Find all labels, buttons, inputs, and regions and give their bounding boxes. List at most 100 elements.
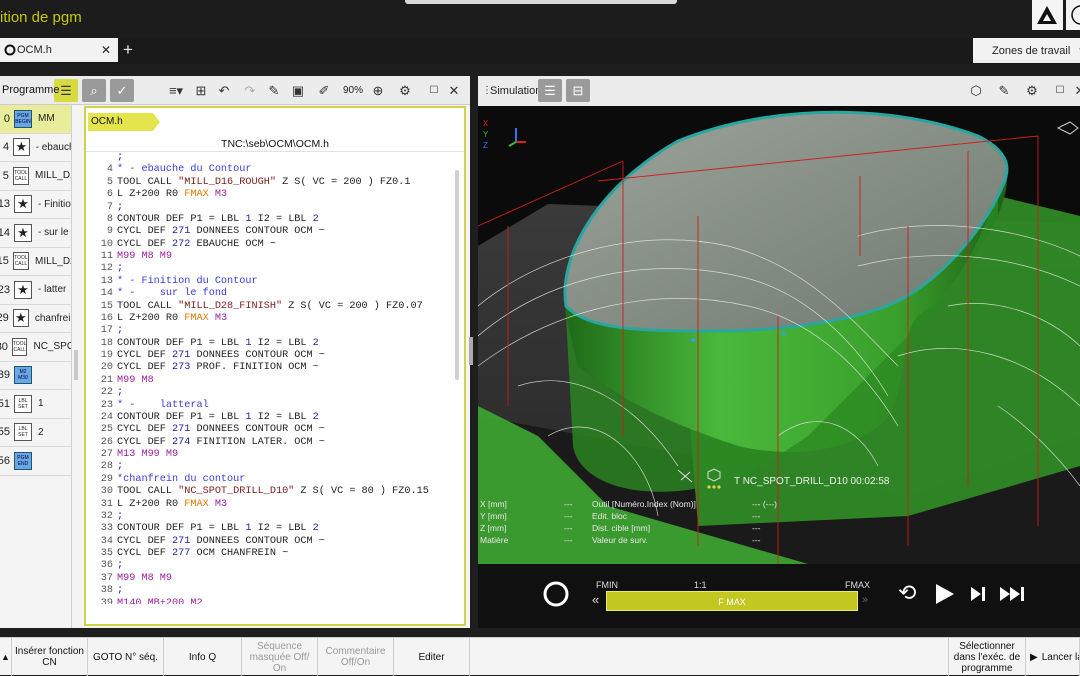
code-line[interactable]: 35 CYCL DEF 277 OCM CHANFREIN ~ bbox=[86, 548, 454, 560]
sim-settings-button[interactable]: ⚙ bbox=[1020, 79, 1044, 102]
code-line[interactable]: 36; bbox=[86, 560, 454, 572]
account-button[interactable] bbox=[1066, 0, 1080, 30]
undo-button[interactable]: ↶ bbox=[212, 79, 236, 102]
top-handle[interactable] bbox=[405, 0, 677, 4]
code-line[interactable]: 25 CYCL DEF 271 DONNEES CONTOUR OCM ~ bbox=[86, 424, 454, 436]
tab-ocm[interactable]: OCM.h ✕ bbox=[0, 38, 118, 62]
goto-button[interactable]: GOTO N° séq. bbox=[88, 638, 164, 676]
faster-button[interactable]: » bbox=[862, 594, 868, 606]
code-line[interactable]: 33 CONTOUR DEF P1 = LBL 1 I2 = LBL 2 bbox=[86, 523, 454, 535]
code-line[interactable]: 6 L Z+200 R0 FMAX M3 bbox=[86, 189, 454, 201]
code-line[interactable]: 30 TOOL CALL "NC_SPOT_DRILL_D10" Z S( VC … bbox=[86, 486, 454, 498]
search-button[interactable]: ⌕ bbox=[82, 79, 106, 102]
close-panel-button[interactable]: ✕ bbox=[442, 79, 466, 102]
redo-button[interactable]: ↷ bbox=[238, 79, 262, 102]
fast-forward-icon[interactable] bbox=[998, 584, 1028, 604]
code-line[interactable]: 13 * - Finition du Contour bbox=[86, 276, 454, 288]
comment-toggle[interactable]: Commentaire Off/On bbox=[318, 638, 394, 676]
edit-file-button[interactable]: ✎ bbox=[262, 79, 286, 102]
code-token: TOOL CALL bbox=[117, 300, 179, 312]
insert-block-button[interactable]: ⊞ bbox=[189, 79, 213, 102]
code-line[interactable]: 26 CYCL DEF 274 FINITION LATER. OCM ~ bbox=[86, 437, 454, 449]
view-cube-button[interactable]: ⬡ bbox=[964, 79, 988, 102]
sim-toolbox-button[interactable]: ⊟ bbox=[566, 79, 590, 102]
sim-list-button[interactable]: ☰ bbox=[538, 79, 562, 102]
code-line[interactable]: 27 M13 M99 M9 bbox=[86, 449, 454, 461]
tree-row[interactable]: 15TOOLCALL MILL_D2 bbox=[0, 248, 71, 276]
settings-button[interactable]: ⚙ bbox=[393, 79, 417, 102]
code-line[interactable]: 20 CYCL DEF 273 PROF. FINITION OCM ~ bbox=[86, 362, 454, 374]
edit-button[interactable]: Editer bbox=[394, 638, 470, 676]
launch-simulation-button[interactable]: ▶ Lancer la simulation bbox=[1026, 638, 1080, 676]
tree-row[interactable]: 0 PGM BEGIN MM bbox=[0, 105, 71, 134]
code-line[interactable]: 5 TOOL CALL "MILL_D16_ROUGH" Z S( VC = 20… bbox=[86, 177, 454, 189]
simulation-viewport[interactable]: X Y Z T NC_SPOT_DRILL_D10 00:02:58 bbox=[478, 106, 1080, 564]
code-line[interactable]: 16 L Z+200 R0 FMAX M3 bbox=[86, 313, 454, 325]
code-line[interactable]: 24 CONTOUR DEF P1 = LBL 1 I2 = LBL 2 bbox=[86, 412, 454, 424]
tree-row[interactable]: 56 PGMEND bbox=[0, 447, 71, 476]
zoom-button[interactable]: ⊕ bbox=[366, 79, 390, 102]
code-line[interactable]: 39 M140 MB+200 M2 bbox=[86, 598, 454, 605]
workspaces-menu[interactable]: Zones de travail ▾ bbox=[973, 38, 1080, 63]
code-line[interactable]: 34 CYCL DEF 271 DONNEES CONTOUR OCM ~ bbox=[86, 536, 454, 548]
save-button[interactable]: ▣ bbox=[286, 79, 310, 102]
tree-row[interactable]: 5TOOLCALL MILL_D1 bbox=[0, 162, 71, 191]
sim-edit-button[interactable]: ✎ bbox=[992, 79, 1016, 102]
code-line[interactable]: 12; bbox=[86, 263, 454, 275]
tree-row[interactable]: 55 LBLSET 2 bbox=[0, 419, 71, 447]
rewind-icon[interactable]: ⟲ bbox=[898, 580, 916, 606]
code-line[interactable]: 15 TOOL CALL "MILL_D28_FINISH" Z S( VC = … bbox=[86, 301, 454, 313]
code-line[interactable]: 17; bbox=[86, 325, 454, 337]
tree-row[interactable]: 23 ★ - latter bbox=[0, 276, 71, 305]
sim-close-button[interactable]: ✕ bbox=[1068, 79, 1080, 102]
close-tab-icon[interactable]: ✕ bbox=[101, 43, 111, 57]
code-line[interactable]: 11 M99 M8 M9 bbox=[86, 251, 454, 263]
tree-row[interactable]: 29 ★ chanfrein bbox=[0, 305, 71, 333]
code-line[interactable]: 23 * - latteral bbox=[86, 400, 454, 412]
feed-slider[interactable]: F MAX bbox=[606, 591, 858, 611]
code-line[interactable]: 21 M99 M8 bbox=[86, 375, 454, 387]
info-q-button[interactable]: Info Q bbox=[164, 638, 242, 676]
expand-softkeys-icon[interactable]: ▲ bbox=[0, 638, 12, 676]
tree-row[interactable]: 13 ★ - Finitio bbox=[0, 191, 71, 219]
code-line[interactable]: 9 CYCL DEF 271 DONNEES CONTOUR OCM ~ bbox=[86, 226, 454, 238]
code-line[interactable]: 10 CYCL DEF 272 EBAUCHE OCM ~ bbox=[86, 239, 454, 251]
masked-block-toggle[interactable]: Séquence masquée Off/ On bbox=[242, 638, 318, 676]
tree-row[interactable]: 39 M2M30 bbox=[0, 362, 71, 390]
select-in-execution-button[interactable]: Sélectionner dans l'exéc. de programme bbox=[948, 638, 1026, 676]
play-icon[interactable] bbox=[932, 582, 956, 606]
code-line[interactable]: 4 * - ebauche du Contour bbox=[86, 164, 454, 176]
code-line[interactable]: 22; bbox=[86, 387, 454, 399]
code-line[interactable]: 29 *chanfrein du contour bbox=[86, 474, 454, 486]
code-line[interactable]: 8 CONTOUR DEF P1 = LBL 1 I2 = LBL 2 bbox=[86, 214, 454, 226]
structure-menu-button[interactable]: ≡▾ bbox=[164, 79, 188, 102]
code-line[interactable]: 38; bbox=[86, 585, 454, 597]
tree-row[interactable]: 51 LBLSET 1 bbox=[0, 390, 71, 419]
tree-row[interactable]: 30TOOLCALL NC_SPOT bbox=[0, 333, 71, 362]
slower-button[interactable]: « bbox=[592, 592, 599, 607]
breadcrumb[interactable]: OCM.h bbox=[88, 113, 160, 131]
add-tab-button[interactable]: + bbox=[120, 39, 136, 61]
save-as-button[interactable]: ✐ bbox=[312, 79, 336, 102]
code-line[interactable]: 32; bbox=[86, 511, 454, 523]
insert-nc-function-button[interactable]: Insérer fonction CN bbox=[12, 638, 88, 676]
code-line[interactable]: 14 * - sur le fond bbox=[86, 288, 454, 300]
stop-button[interactable] bbox=[540, 578, 572, 610]
code-line[interactable]: 19 CYCL DEF 271 DONNEES CONTOUR OCM ~ bbox=[86, 350, 454, 362]
heidenhain-logo-button[interactable] bbox=[1032, 0, 1063, 30]
editor-scrollbar[interactable] bbox=[455, 170, 459, 380]
code-lines[interactable]: ; 4 * - ebauche du Contour 5 TOOL CALL "MILL… bbox=[86, 152, 454, 604]
splitter-handle[interactable] bbox=[74, 350, 78, 380]
code-line[interactable]: 18 CONTOUR DEF P1 = LBL 1 I2 = LBL 2 bbox=[86, 338, 454, 350]
code-line[interactable]: 37 M99 M8 M9 bbox=[86, 573, 454, 585]
code-token: L Z+200 R0 bbox=[117, 498, 185, 510]
code-line[interactable]: 7; bbox=[86, 202, 454, 214]
check-button[interactable]: ✓ bbox=[110, 79, 134, 102]
single-step-icon[interactable] bbox=[968, 584, 988, 604]
code-line[interactable]: 28; bbox=[86, 461, 454, 473]
panel-splitter[interactable] bbox=[469, 337, 473, 365]
code-line[interactable]: 31 L Z+200 R0 FMAX M3 bbox=[86, 499, 454, 511]
tree-row[interactable]: 14 ★ - sur le bbox=[0, 219, 71, 248]
tree-row[interactable]: 4 ★ - ebauch bbox=[0, 134, 71, 162]
code-line[interactable]: ; bbox=[86, 152, 454, 164]
